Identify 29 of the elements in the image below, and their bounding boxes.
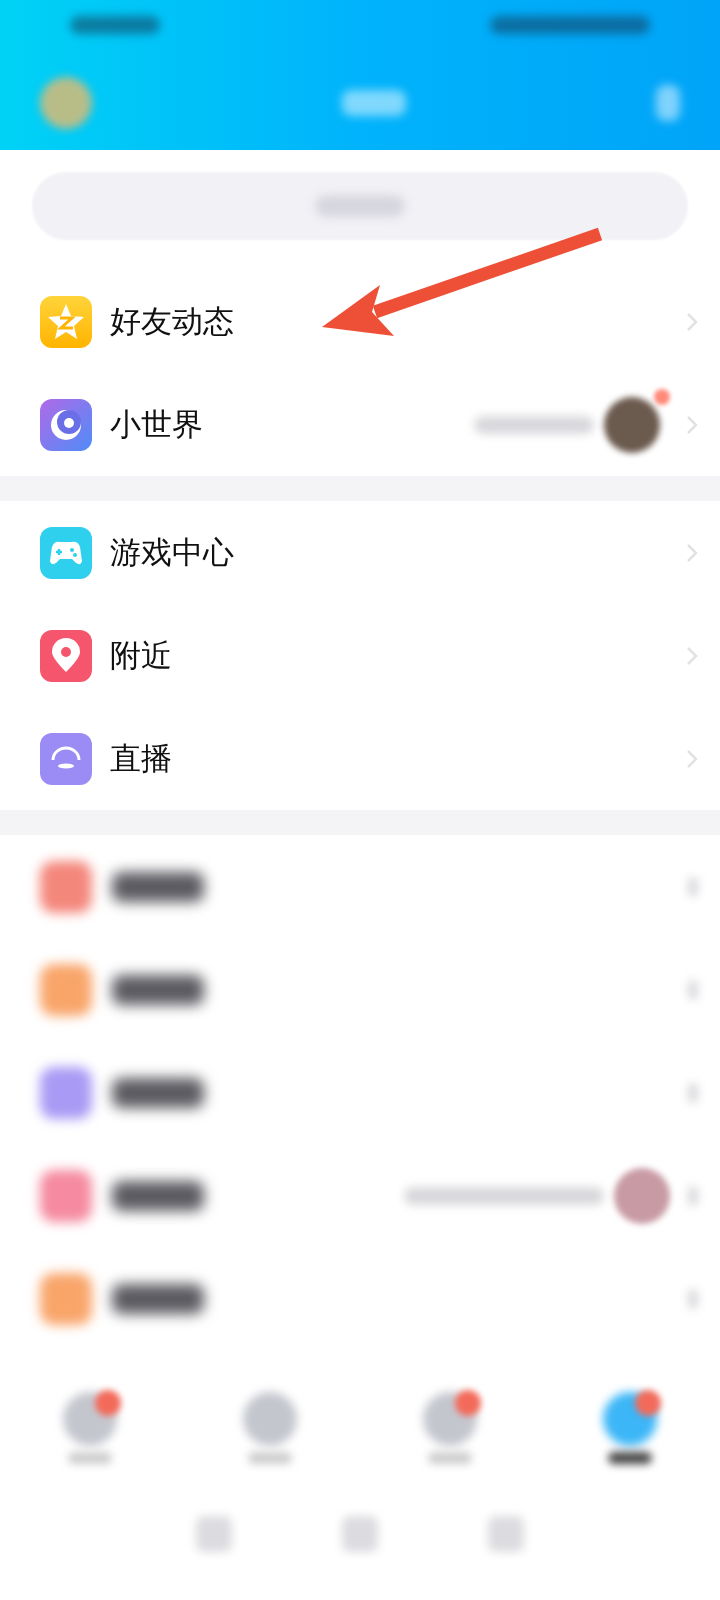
header-title bbox=[342, 90, 406, 116]
chevron-icon bbox=[686, 311, 698, 332]
chevron-icon bbox=[688, 1082, 698, 1103]
chevron-icon bbox=[686, 542, 698, 563]
chevron-icon bbox=[688, 979, 698, 1000]
menu-label: 附近 bbox=[110, 635, 172, 675]
menu-item[interactable]: 游戏中心 bbox=[0, 501, 720, 604]
menu-label: 直播 bbox=[110, 738, 172, 778]
search-icon bbox=[315, 195, 405, 217]
notification-dot bbox=[654, 388, 670, 405]
gamepad-icon bbox=[40, 526, 92, 579]
menu-label: 游戏中心 bbox=[110, 532, 234, 572]
preview-thumbnail bbox=[604, 396, 660, 453]
preview-thumbnail bbox=[614, 1167, 670, 1224]
menu-item[interactable]: 附近 bbox=[0, 604, 720, 707]
edit-icon[interactable] bbox=[656, 85, 680, 121]
menu-item[interactable]: 小世界 bbox=[0, 373, 720, 476]
chevron-icon bbox=[686, 748, 698, 769]
menu-label: 小世界 bbox=[110, 404, 203, 444]
live-icon bbox=[40, 732, 92, 785]
planet-icon bbox=[40, 398, 92, 451]
menu-item[interactable]: 直播 bbox=[0, 707, 720, 810]
chevron-icon bbox=[686, 645, 698, 666]
chevron-icon bbox=[688, 1185, 698, 1206]
location-pin-icon bbox=[40, 629, 92, 682]
chevron-icon bbox=[686, 414, 698, 435]
chevron-icon bbox=[688, 876, 698, 897]
menu-label: 好友动态 bbox=[110, 301, 234, 341]
chevron-icon bbox=[688, 1288, 698, 1309]
